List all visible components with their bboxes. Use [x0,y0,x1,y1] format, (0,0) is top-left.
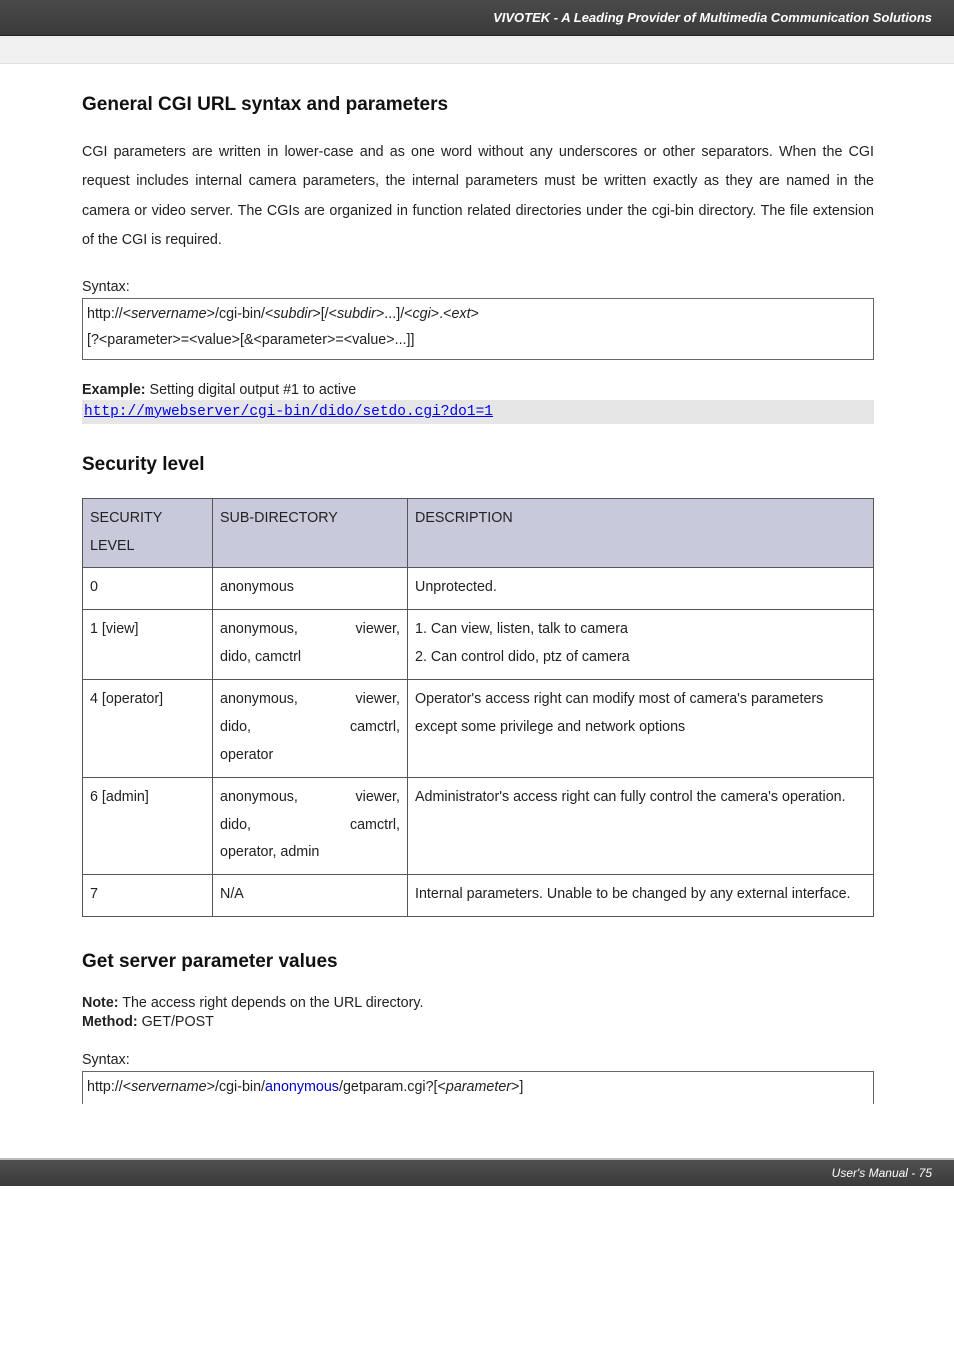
method-line: Method: GET/POST [82,1014,874,1030]
banner-text: VIVOTEK - A Leading Provider of Multimed… [493,10,932,25]
syntax-box-2: http://<servername>/cgi-bin/anonymous/ge… [82,1071,874,1104]
table-row: 6 [admin] anonymous,viewer, dido,camctrl… [83,777,874,875]
footer-text: User's Manual - 75 [832,1166,932,1180]
syntax-line-2: [?<parameter>=<value>[&<parameter>=<valu… [87,328,869,354]
example-label: Example: Setting digital output #1 to ac… [82,382,874,398]
th-sub-directory: SUB-DIRECTORY [213,498,408,568]
syntax-label-1: Syntax: [82,279,874,295]
table-header-row: SECURITY LEVEL SUB-DIRECTORY DESCRIPTION [83,498,874,568]
table-row: 4 [operator] anonymous,viewer, dido,camc… [83,680,874,778]
syntax-box-1: http://<servername>/cgi-bin/<subdir>[/<s… [82,298,874,359]
syntax-line-1: http://<servername>/cgi-bin/<subdir>[/<s… [87,302,869,328]
th-security-level: SECURITY LEVEL [83,498,213,568]
paragraph-general: CGI parameters are written in lower-case… [82,138,874,255]
footer-bar: User's Manual - 75 [0,1158,954,1186]
example-link-box: http://mywebserver/cgi-bin/dido/setdo.cg… [82,400,874,424]
note-line: Note: The access right depends on the UR… [82,995,874,1011]
table-row: 0 anonymous Unprotected. [83,568,874,610]
header-banner: VIVOTEK - A Leading Provider of Multimed… [0,0,954,36]
security-table: SECURITY LEVEL SUB-DIRECTORY DESCRIPTION… [82,498,874,918]
syntax-label-2: Syntax: [82,1052,874,1068]
page-content: General CGI URL syntax and parameters CG… [0,64,954,1114]
header-stripe [0,36,954,64]
example-link[interactable]: http://mywebserver/cgi-bin/dido/setdo.cg… [84,404,493,420]
heading-getserver: Get server parameter values [82,951,874,973]
heading-general: General CGI URL syntax and parameters [82,94,874,116]
heading-security: Security level [82,454,874,476]
th-description: DESCRIPTION [408,498,874,568]
table-row: 7 N/A Internal parameters. Unable to be … [83,875,874,917]
table-row: 1 [view] anonymous,viewer, dido, camctrl… [83,610,874,680]
